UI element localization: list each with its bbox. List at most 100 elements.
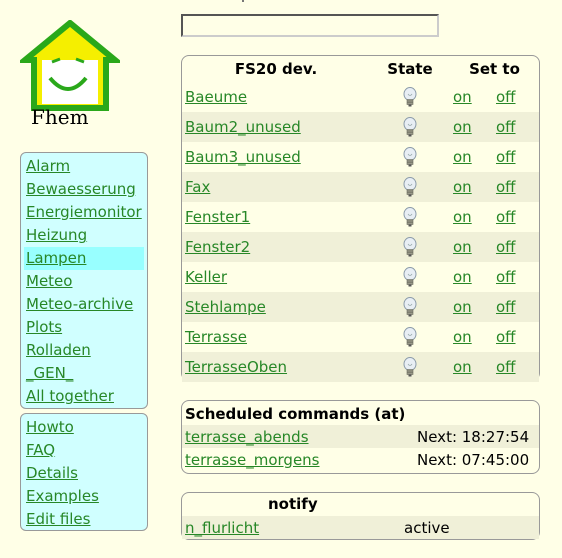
scheduled-row: terrasse_morgens Next: 07:45:00 xyxy=(182,448,539,471)
set-on-link[interactable]: on xyxy=(453,118,472,136)
set-off-link[interactable]: off xyxy=(496,148,516,166)
command-input[interactable] xyxy=(181,14,439,37)
menu-item-help[interactable]: FAQ xyxy=(24,439,144,462)
device-off-cell: off xyxy=(490,292,539,322)
device-link[interactable]: Terrasse xyxy=(185,328,247,346)
set-on-link[interactable]: on xyxy=(453,358,472,376)
menu-item-room[interactable]: Meteo-archive xyxy=(24,293,144,316)
scheduled-next-time: Next: 18:27:54 xyxy=(415,425,539,448)
device-name-cell: Baum2_unused xyxy=(182,112,370,142)
set-off-link[interactable]: off xyxy=(496,328,516,346)
set-on-link[interactable]: on xyxy=(453,298,472,316)
device-state-cell xyxy=(370,322,450,352)
menu-item-room[interactable]: All together xyxy=(24,385,144,408)
device-on-cell: on xyxy=(450,172,490,202)
header-set-to: Set to xyxy=(469,60,520,78)
device-off-cell: off xyxy=(490,142,539,172)
scheduled-link[interactable]: terrasse_abends xyxy=(185,428,309,446)
device-row: Fenster2 on off xyxy=(182,232,539,262)
set-off-link[interactable]: off xyxy=(496,358,516,376)
scheduled-link[interactable]: terrasse_morgens xyxy=(185,451,320,469)
device-link[interactable]: Fenster1 xyxy=(185,208,250,226)
device-name-cell: Keller xyxy=(182,262,370,292)
device-state-cell xyxy=(370,112,450,142)
menu-item-room[interactable]: Rolladen xyxy=(24,339,144,362)
set-on-link[interactable]: on xyxy=(453,178,472,196)
menu-item-room[interactable]: _GEN_ xyxy=(24,362,144,385)
device-link[interactable]: TerrasseOben xyxy=(185,358,287,376)
header-device: FS20 dev. xyxy=(234,60,318,78)
set-off-link[interactable]: off xyxy=(496,178,516,196)
menu-item-help[interactable]: Details xyxy=(24,462,144,485)
set-on-link[interactable]: on xyxy=(453,148,472,166)
device-name-cell: Baum3_unused xyxy=(182,142,370,172)
notify-link[interactable]: n_flurlicht xyxy=(185,519,259,537)
device-on-cell: on xyxy=(450,352,490,382)
set-off-link[interactable]: off xyxy=(496,118,516,136)
set-on-link[interactable]: on xyxy=(453,238,472,256)
set-on-link[interactable]: on xyxy=(453,328,472,346)
device-link[interactable]: Baeume xyxy=(185,88,247,106)
fs20-device-table: FS20 dev. State Set to Baeume on off Baum2_… xyxy=(182,56,539,382)
device-link[interactable]: Keller xyxy=(185,268,227,286)
device-off-cell: off xyxy=(490,352,539,382)
set-off-link[interactable]: off xyxy=(496,268,516,286)
menu-item-room[interactable]: Lampen xyxy=(24,247,144,270)
device-on-cell: on xyxy=(450,262,490,292)
device-name-cell: Stehlampe xyxy=(182,292,370,322)
device-state-cell xyxy=(370,352,450,382)
set-off-link[interactable]: off xyxy=(496,238,516,256)
device-row: Stehlampe on off xyxy=(182,292,539,322)
set-off-link[interactable]: off xyxy=(496,298,516,316)
device-row: Baum2_unused on off xyxy=(182,112,539,142)
device-link[interactable]: Stehlampe xyxy=(185,298,266,316)
device-on-cell: on xyxy=(450,322,490,352)
device-off-cell: off xyxy=(490,112,539,142)
device-link[interactable]: Baum2_unused xyxy=(185,118,301,136)
menu-item-room[interactable]: Heizung xyxy=(24,224,144,247)
device-row: Fenster1 on off xyxy=(182,202,539,232)
header-state: State xyxy=(387,60,433,78)
device-link[interactable]: Fax xyxy=(185,178,210,196)
set-off-link[interactable]: off xyxy=(496,208,516,226)
bulb-off-icon xyxy=(403,207,417,227)
device-off-cell: off xyxy=(490,322,539,352)
scheduled-name-cell: terrasse_morgens xyxy=(182,448,415,471)
scheduled-commands-block: Scheduled commands (at) terrasse_abends N… xyxy=(181,400,540,474)
device-on-cell: on xyxy=(450,292,490,322)
bulb-off-icon xyxy=(403,357,417,377)
menu-item-room[interactable]: Plots xyxy=(24,316,144,339)
device-off-cell: off xyxy=(490,232,539,262)
menu-item-help[interactable]: Howto xyxy=(24,416,144,439)
device-on-cell: on xyxy=(450,112,490,142)
menu-item-room[interactable]: Energiemonitor xyxy=(24,201,144,224)
device-state-cell xyxy=(370,82,450,112)
device-on-cell: on xyxy=(450,202,490,232)
bulb-off-icon xyxy=(403,267,417,287)
device-off-cell: off xyxy=(490,82,539,112)
notify-row: n_flurlicht active xyxy=(182,516,539,539)
menu-item-help[interactable]: Edit files xyxy=(24,508,144,531)
device-link[interactable]: Baum3_unused xyxy=(185,148,301,166)
device-name-cell: Baeume xyxy=(182,82,370,112)
notify-table: n_flurlicht active xyxy=(182,516,539,539)
set-on-link[interactable]: on xyxy=(453,268,472,286)
device-name-cell: TerrasseOben xyxy=(182,352,370,382)
set-on-link[interactable]: on xyxy=(453,88,472,106)
scheduled-title: Scheduled commands (at) xyxy=(185,405,406,423)
menu-item-room[interactable]: Bewaesserung xyxy=(24,178,144,201)
device-link[interactable]: Fenster2 xyxy=(185,238,250,256)
device-state-cell xyxy=(370,202,450,232)
menu-item-help[interactable]: Examples xyxy=(24,485,144,508)
notify-name-cell: n_flurlicht xyxy=(182,516,402,539)
menu-item-room[interactable]: Alarm xyxy=(24,155,144,178)
set-off-link[interactable]: off xyxy=(496,88,516,106)
device-state-cell xyxy=(370,172,450,202)
scheduled-table: terrasse_abends Next: 18:27:54 terrasse_mo… xyxy=(182,425,539,471)
set-on-link[interactable]: on xyxy=(453,208,472,226)
bulb-off-icon xyxy=(403,327,417,347)
device-on-cell: on xyxy=(450,82,490,112)
menu-item-room[interactable]: Meteo xyxy=(24,270,144,293)
scheduled-next-time: Next: 07:45:00 xyxy=(417,450,530,469)
device-row: TerrasseOben on off xyxy=(182,352,539,382)
